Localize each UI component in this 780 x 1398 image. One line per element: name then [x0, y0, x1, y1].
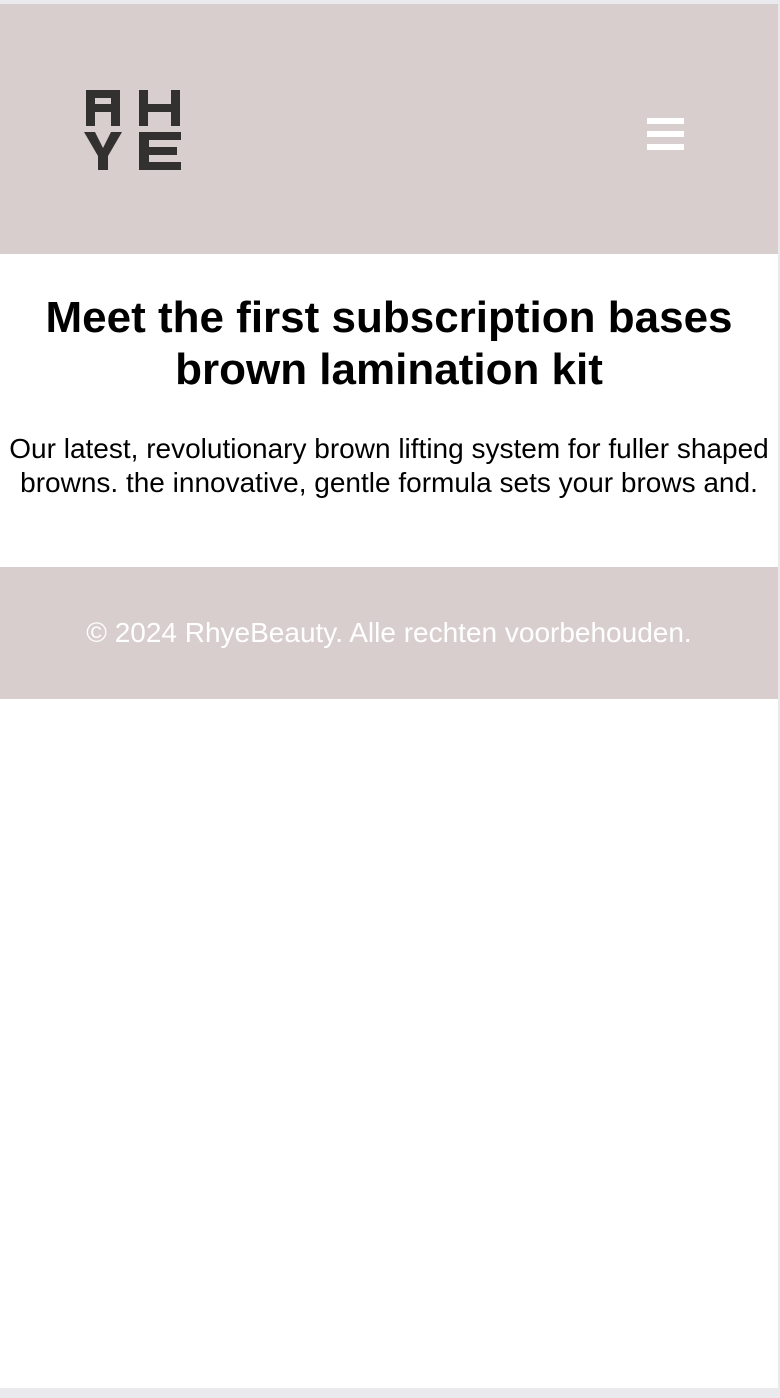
brand-logo[interactable] [84, 88, 184, 172]
hero-section: Meet the first subscription bases brown … [0, 254, 778, 567]
page: Meet the first subscription bases brown … [0, 4, 778, 1388]
copyright-text: © 2024 RhyeBeauty. Alle rechten voorbeho… [86, 617, 692, 648]
hero-description: Our latest, revolutionary brown lifting … [9, 433, 769, 498]
menu-button[interactable] [640, 112, 690, 156]
rhye-logo-mark [84, 90, 181, 170]
hamburger-menu-icon [640, 112, 690, 156]
site-footer: © 2024 RhyeBeauty. Alle rechten voorbeho… [0, 567, 778, 699]
site-header [0, 4, 778, 254]
hero-title: Meet the first subscription bases brown … [45, 293, 733, 394]
